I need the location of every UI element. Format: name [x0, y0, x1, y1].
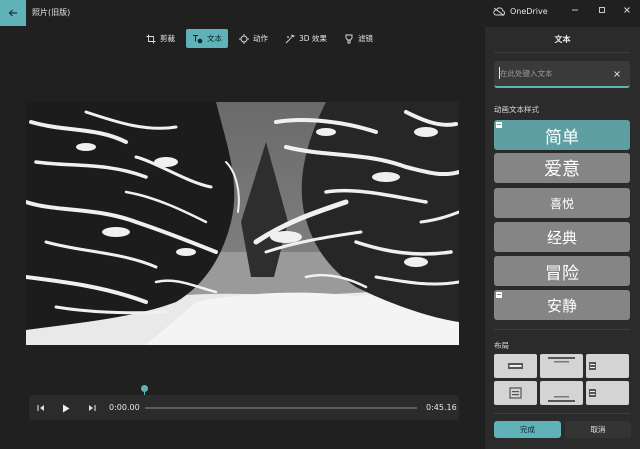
total-time: 0:45.16 [426, 403, 457, 412]
divider [494, 52, 630, 53]
style-love[interactable]: 爱意 [494, 153, 630, 183]
close-button[interactable] [619, 3, 635, 17]
layout-left-icon [589, 362, 596, 370]
layout-top-bar[interactable] [540, 354, 583, 378]
layout-left-bar[interactable] [586, 354, 629, 378]
cloud-off-icon [493, 7, 505, 16]
filter-icon [345, 34, 353, 43]
tool-motion[interactable]: 动作 [233, 29, 274, 48]
style-joy[interactable]: 喜悦 [494, 188, 630, 218]
onedrive-label: OneDrive [510, 7, 548, 16]
tool-text-label: 文本 [207, 34, 222, 43]
maximize-icon [599, 7, 605, 13]
layout-left-box-icon [589, 389, 596, 397]
edit-toolbar: 剪裁 文本 动作 3D 效果 滤镜 [140, 29, 379, 48]
app-title: 照片(旧版) [32, 8, 71, 17]
style-love-label: 爱意 [544, 159, 580, 180]
layout-bottom-icon [548, 396, 575, 402]
tool-3d-effects[interactable]: 3D 效果 [279, 29, 333, 48]
snowy-forest-image [26, 102, 459, 345]
layout-top-icon [548, 357, 575, 363]
play-button[interactable] [59, 401, 73, 415]
tool-motion-label: 动作 [253, 34, 268, 43]
style-calm-label: 安静 [546, 296, 577, 315]
done-button[interactable]: 完成 [494, 421, 561, 438]
styles-label: 动画文本样式 [494, 105, 539, 114]
close-icon [624, 7, 630, 13]
back-button[interactable] [0, 0, 26, 26]
cancel-button[interactable]: 取消 [565, 421, 631, 438]
next-frame-icon [89, 405, 96, 411]
previous-frame-button[interactable] [34, 401, 48, 415]
previous-frame-icon [37, 405, 44, 411]
style-simple[interactable]: 简单 [494, 120, 630, 150]
divider [494, 413, 630, 414]
tool-crop[interactable]: 剪裁 [140, 29, 181, 48]
panel-title: 文本 [554, 35, 571, 44]
clear-icon [614, 71, 620, 77]
layout-center-box-icon [509, 387, 522, 399]
current-time: 0:00.00 [109, 403, 140, 412]
tool-3d-effects-label: 3D 效果 [299, 34, 327, 43]
style-joy-label: 喜悦 [549, 196, 574, 211]
style-badge-icon [496, 292, 502, 298]
video-preview[interactable] [26, 102, 459, 345]
divider [494, 329, 630, 330]
crop-icon [146, 34, 156, 43]
play-icon [63, 404, 70, 412]
playback-bar: 0:00.00 0:45.16 [29, 395, 459, 420]
style-badge-icon [496, 122, 502, 128]
style-classic[interactable]: 经典 [494, 222, 630, 252]
layout-left-box[interactable] [586, 381, 629, 405]
style-adventure[interactable]: 冒险 [494, 256, 630, 286]
style-classic-label: 经典 [546, 228, 577, 247]
layout-center-icon [508, 363, 523, 369]
text-input-box[interactable] [494, 61, 630, 88]
style-calm[interactable]: 安静 [494, 290, 630, 320]
next-frame-button[interactable] [85, 401, 99, 415]
minimize-button[interactable] [567, 3, 583, 17]
back-arrow-icon [8, 9, 17, 17]
maximize-button[interactable] [594, 3, 610, 17]
layout-center-bar[interactable] [494, 354, 537, 378]
style-adventure-label: 冒险 [545, 263, 579, 284]
minimize-icon [572, 9, 578, 11]
tool-text[interactable]: 文本 [186, 29, 228, 48]
layout-center-box[interactable] [494, 381, 537, 405]
tool-filter[interactable]: 滤镜 [338, 29, 379, 48]
text-icon [193, 34, 203, 43]
tool-crop-label: 剪裁 [160, 34, 175, 43]
layout-bottom-bar[interactable] [540, 381, 583, 405]
text-input[interactable] [500, 67, 605, 80]
onedrive-status[interactable]: OneDrive [493, 7, 548, 16]
3d-effects-icon [285, 34, 295, 43]
playhead-handle[interactable] [141, 385, 148, 392]
text-panel: 文本 动画文本样式 简单 爱意 喜悦 经典 冒险 安静 布局 [485, 27, 640, 449]
motion-icon [239, 33, 249, 44]
style-simple-label: 简单 [545, 127, 579, 148]
clear-text-button[interactable] [612, 69, 622, 79]
layout-label: 布局 [494, 341, 509, 350]
tool-filter-label: 滤镜 [357, 34, 373, 43]
timeline-track[interactable] [145, 407, 417, 409]
